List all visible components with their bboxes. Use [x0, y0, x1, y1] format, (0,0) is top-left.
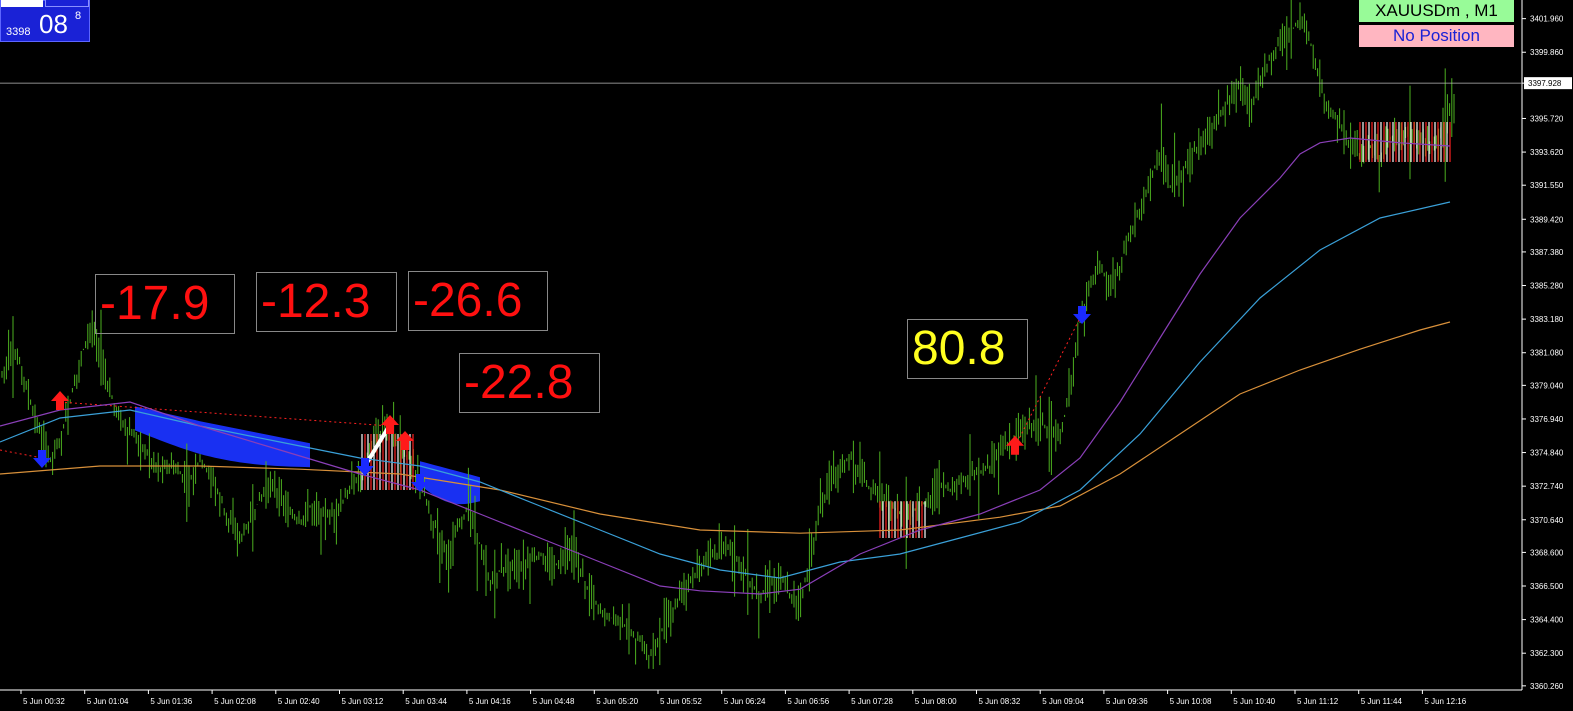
trade-line-a [59, 401, 391, 427]
y-tick-label: 3391.550 [1530, 181, 1564, 190]
y-tick-label: 3381.080 [1530, 349, 1564, 358]
y-tick-label: 3379.040 [1530, 381, 1564, 390]
current-price-label: 3397.928 [1528, 79, 1562, 88]
x-tick-label: 5 Jun 09:04 [1042, 697, 1084, 706]
x-tick-label: 5 Jun 10:40 [1233, 697, 1275, 706]
ma-blue-line [0, 201, 1451, 579]
x-tick-label: 5 Jun 04:48 [533, 697, 575, 706]
y-tick-label: 3395.720 [1530, 114, 1564, 123]
symbol-label: XAUUSDm , M1 [1359, 0, 1514, 22]
x-tick-label: 5 Jun 05:20 [596, 697, 638, 706]
x-tick-label: 5 Jun 00:32 [23, 697, 65, 706]
y-tick-label: 3387.380 [1530, 248, 1564, 257]
y-tick-label: 3374.840 [1530, 449, 1564, 458]
y-tick-label: 3366.500 [1530, 582, 1564, 591]
axes: 3401.960 3399.860 3397.928 3395.720 3393.620… [0, 0, 1572, 706]
x-tick-label: 5 Jun 01:36 [150, 697, 192, 706]
y-tick-label: 3401.960 [1530, 15, 1564, 24]
x-tick-label: 5 Jun 07:28 [851, 697, 893, 706]
ma-fast-line [0, 42, 1450, 634]
x-tick-label: 5 Jun 08:32 [979, 697, 1021, 706]
candle-bars [1, 0, 1455, 669]
profit-label-c: -26.6 [408, 271, 548, 331]
profit-label-e: 80.8 [907, 319, 1028, 379]
x-tick-label: 5 Jun 09:36 [1106, 697, 1148, 706]
y-tick-label: 3360.260 [1530, 682, 1564, 691]
y-tick-label: 3389.420 [1530, 215, 1564, 224]
price-box: 3398 08 8 [0, 0, 90, 42]
x-tick-label: 5 Jun 08:00 [915, 697, 957, 706]
x-tick-label: 5 Jun 12:16 [1424, 697, 1466, 706]
profit-label-b: -12.3 [256, 272, 397, 332]
y-tick-label: 3393.620 [1530, 148, 1564, 157]
x-tick-label: 5 Jun 01:04 [87, 697, 129, 706]
ma-purple-line [0, 137, 1451, 595]
position-status: No Position [1359, 25, 1514, 47]
price-box-small: 3398 [6, 26, 31, 38]
x-tick-label: 5 Jun 02:08 [214, 697, 256, 706]
buy-arrow-icon [396, 431, 414, 450]
y-tick-label: 3399.860 [1530, 48, 1564, 57]
x-tick-label: 5 Jun 03:44 [405, 697, 447, 706]
y-tick-label: 3368.600 [1530, 548, 1564, 557]
x-tick-label: 5 Jun 06:24 [724, 697, 766, 706]
moving-averages [0, 42, 1451, 634]
y-tick-label: 3383.180 [1530, 315, 1564, 324]
x-tick-label: 5 Jun 04:16 [469, 697, 511, 706]
profit-label-d: -22.8 [459, 353, 600, 413]
y-tick-label: 3370.640 [1530, 516, 1564, 525]
x-tick-label: 5 Jun 02:40 [278, 697, 320, 706]
trend-fill-0 [135, 406, 310, 468]
y-tick-label: 3376.940 [1530, 415, 1564, 424]
price-box-tab [45, 0, 89, 7]
y-tick-label: 3372.740 [1530, 482, 1564, 491]
trade-line-b [0, 449, 43, 459]
price-box-sup: 8 [75, 10, 82, 22]
x-tick-label: 5 Jun 05:52 [660, 697, 702, 706]
buy-arrow-icon [1006, 435, 1024, 455]
price-box-tab-white [1, 0, 43, 7]
y-tick-label: 3364.400 [1530, 616, 1564, 625]
x-tick-label: 5 Jun 11:44 [1361, 697, 1403, 706]
x-tick-label: 5 Jun 11:12 [1297, 697, 1339, 706]
y-tick-label: 3362.300 [1530, 649, 1564, 658]
price-chart[interactable]: 3401.960 3399.860 3397.928 3395.720 3393.620… [0, 0, 1573, 711]
x-tick-label: 5 Jun 10:08 [1170, 697, 1212, 706]
price-box-big: 08 [39, 9, 68, 39]
x-tick-label: 5 Jun 06:56 [787, 697, 829, 706]
y-tick-label: 3385.280 [1530, 282, 1564, 291]
profit-label-a: -17.9 [95, 274, 235, 334]
sell-arrow-icon [1073, 306, 1091, 324]
x-tick-label: 5 Jun 03:12 [342, 697, 384, 706]
